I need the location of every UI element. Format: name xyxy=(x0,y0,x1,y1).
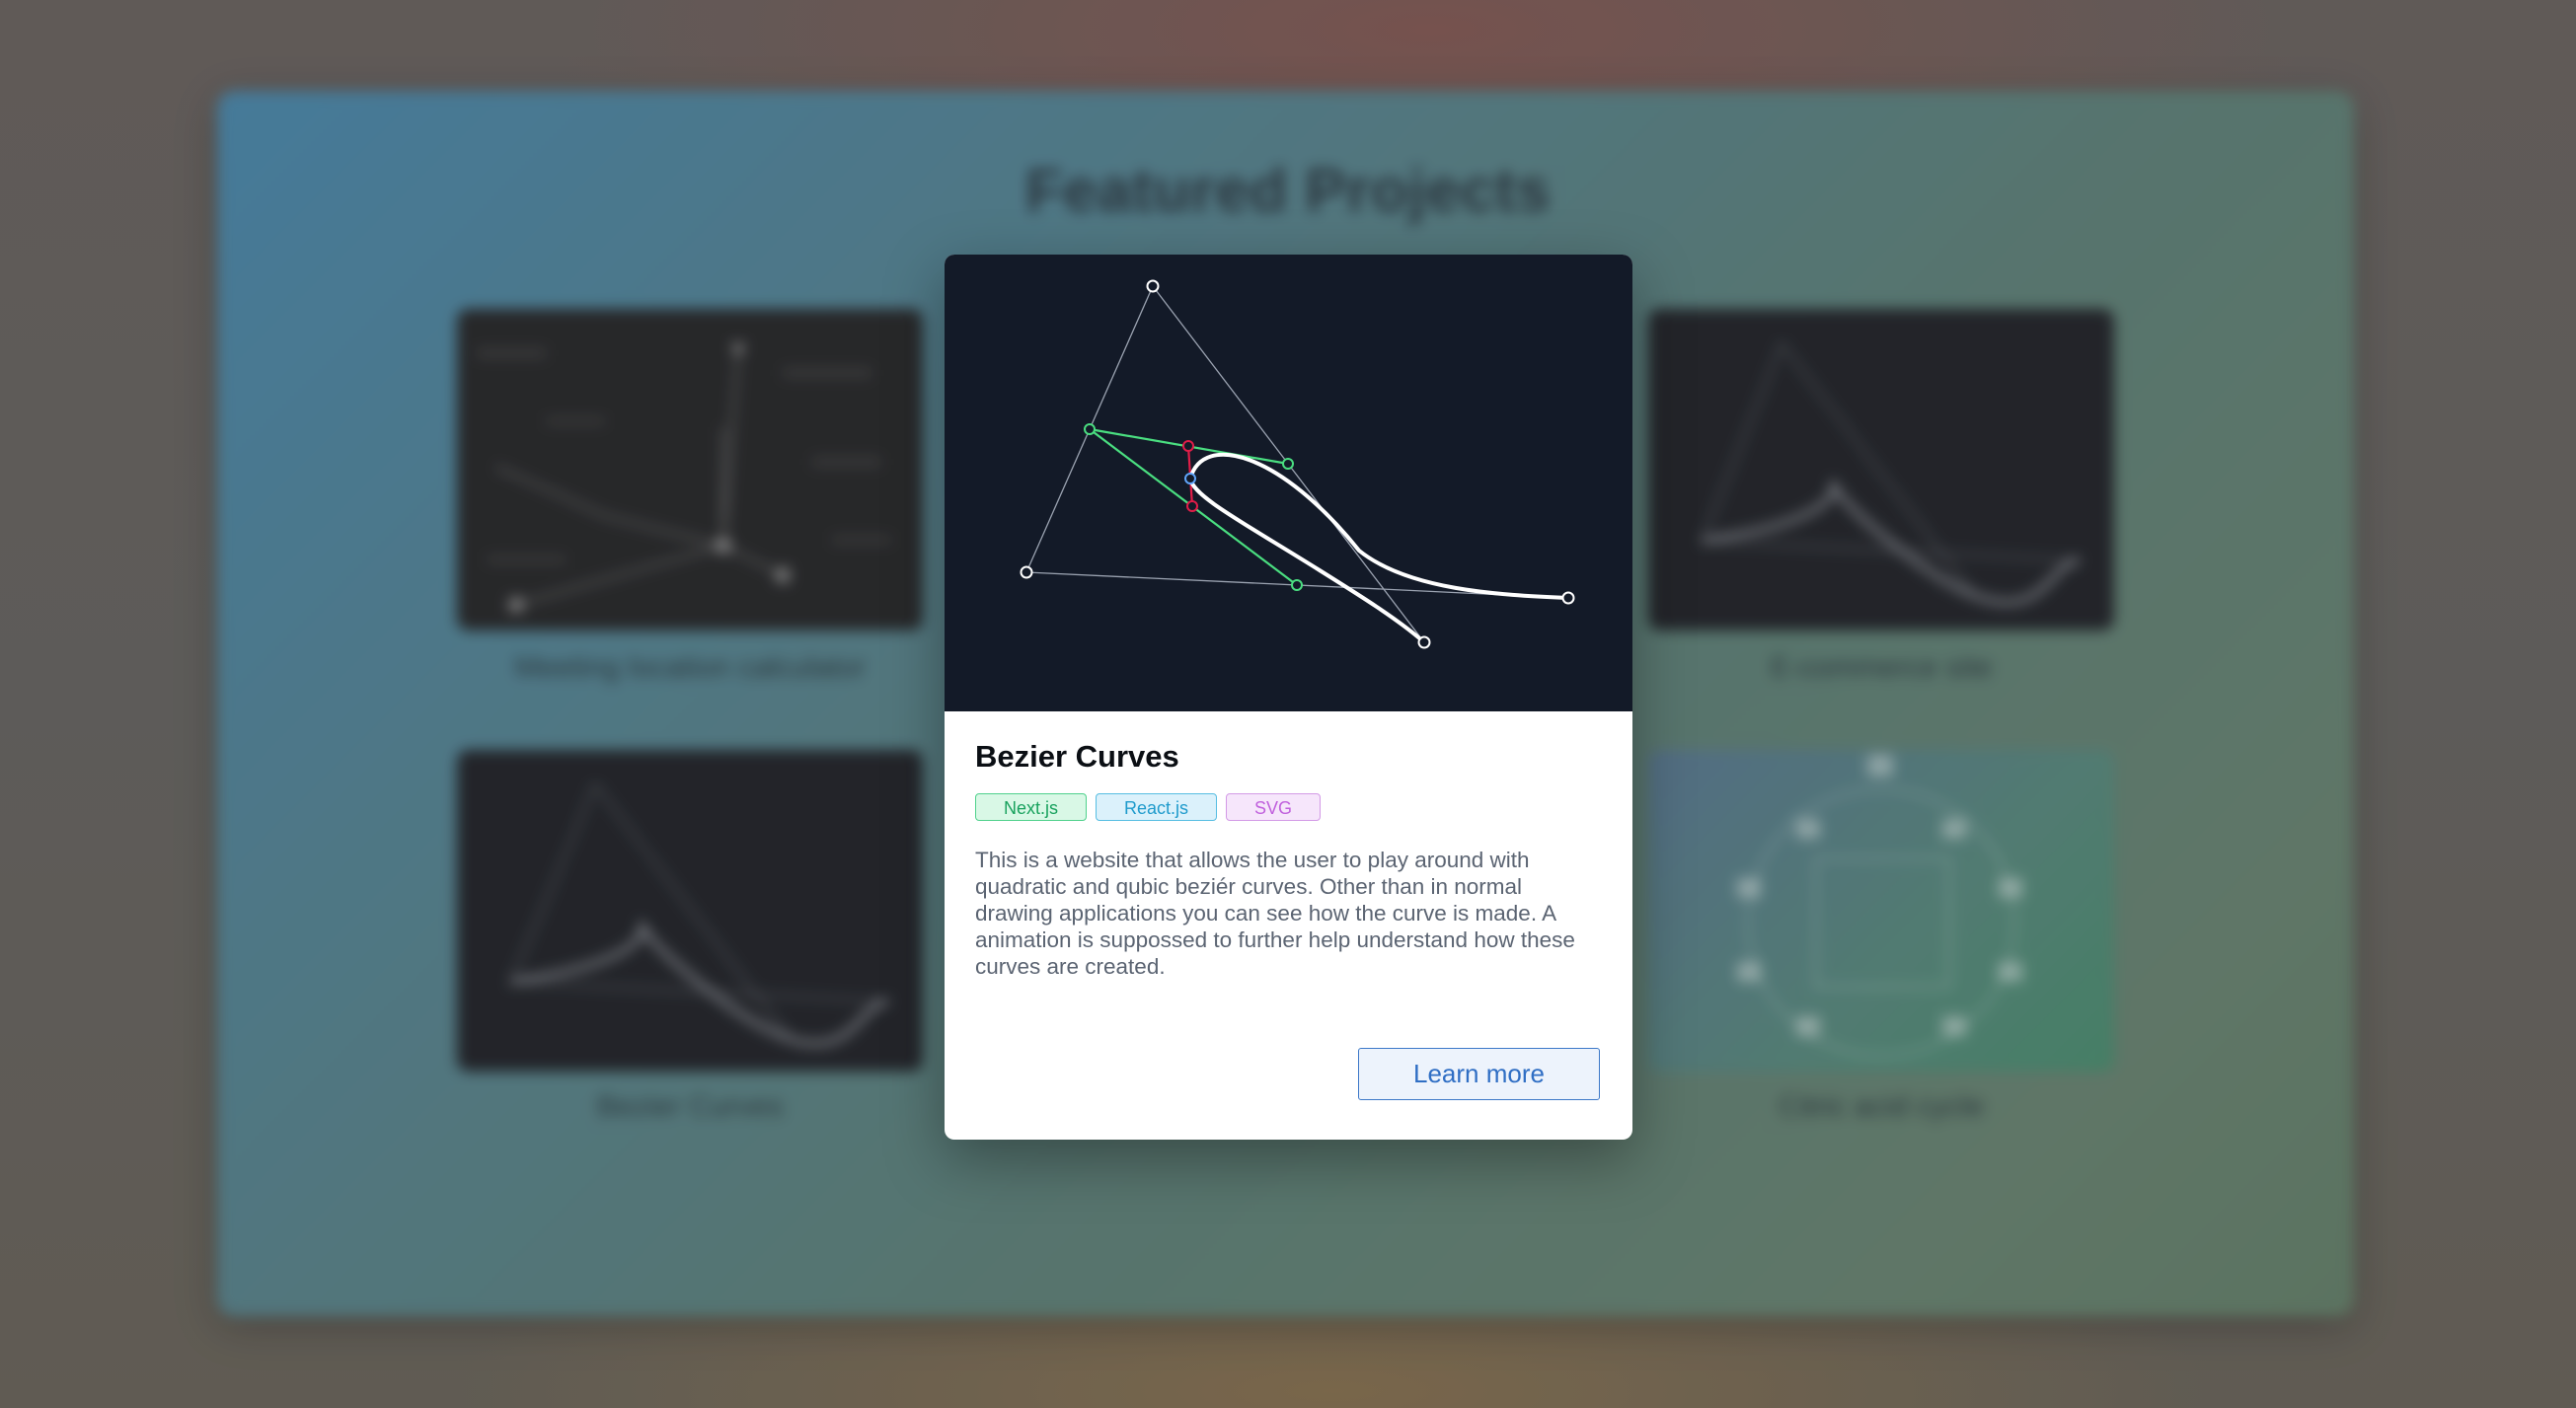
curve-point-marker xyxy=(1184,473,1196,484)
green-point-marker xyxy=(1084,423,1096,435)
learn-more-button[interactable]: Learn more xyxy=(1358,1048,1600,1100)
control-point-handle[interactable] xyxy=(1561,591,1575,605)
tag-svg: SVG xyxy=(1226,793,1322,821)
modal-title: Bezier Curves xyxy=(975,739,1179,774)
red-point-marker xyxy=(1186,500,1198,512)
project-preview-image xyxy=(945,255,1632,711)
project-modal: Bezier Curves Next.js React.js SVG This … xyxy=(945,255,1632,1140)
tech-tags: Next.js React.js SVG xyxy=(975,793,1322,821)
green-point-marker xyxy=(1291,579,1303,591)
bezier-curve-illustration xyxy=(1020,279,1575,649)
bezier-curve-tail xyxy=(1188,478,1426,644)
tag-nextjs: Next.js xyxy=(975,793,1088,821)
control-point-handle[interactable] xyxy=(1417,635,1431,649)
red-point-marker xyxy=(1182,440,1194,452)
control-point-handle[interactable] xyxy=(1146,279,1160,293)
control-point-handle[interactable] xyxy=(1020,565,1033,579)
green-point-marker xyxy=(1282,458,1294,470)
tag-reactjs: React.js xyxy=(1096,793,1218,821)
project-description: This is a website that allows the user t… xyxy=(975,848,1575,979)
